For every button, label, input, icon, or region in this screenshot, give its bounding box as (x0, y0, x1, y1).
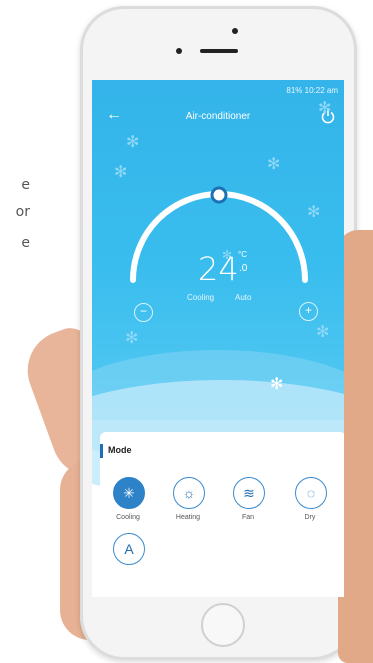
cooling-mode-button[interactable]: ✳ (113, 477, 145, 509)
dry-mode-button[interactable]: ◌ (295, 477, 327, 509)
side-text-line-1: e (21, 177, 30, 193)
snowflake-icon: ✻ (270, 376, 284, 393)
dial-handle[interactable] (210, 186, 228, 204)
snowflake-icon: ✻ (267, 156, 281, 173)
heating-mode-button[interactable]: ☼ (173, 477, 205, 509)
fan-speed-label: Auto (235, 293, 252, 302)
fan-icon: ≋ (243, 485, 255, 501)
snowflake-icon: ✳ (123, 485, 135, 501)
temperature-unit: °C (238, 250, 247, 259)
dry-mode-label: Dry (304, 514, 316, 521)
temperature-value: 24 (198, 250, 239, 288)
auto-mode-button[interactable]: A (113, 533, 145, 565)
side-text-line-3: e (21, 235, 30, 251)
front-camera (176, 48, 182, 54)
snowflake-icon: ✻ (318, 100, 332, 117)
snowflake-icon: ✻ (126, 134, 140, 151)
snowflake-icon: ✻ (316, 324, 330, 341)
camera-dot (232, 28, 238, 34)
sun-icon: ☼ (182, 485, 196, 501)
fan-mode-button[interactable]: ≋ (233, 477, 265, 509)
mode-title: Mode (108, 445, 132, 455)
earpiece-speaker (200, 49, 238, 53)
status-bar: 81% 10:22 am (286, 86, 338, 95)
droplet-icon: ◌ (306, 485, 316, 501)
page-title: Air-conditioner (185, 111, 251, 122)
phone-screen: 81% 10:22 am ← Air-conditioner ✻ ✻ ✻ ✻ ✻… (92, 80, 344, 597)
temperature-decimal: .0 (239, 263, 248, 274)
current-mode-label: Cooling (187, 293, 215, 302)
fan-mode-label: Fan (241, 514, 255, 521)
decrease-temp-button[interactable]: − (134, 303, 153, 322)
increase-temp-button[interactable]: + (299, 302, 318, 321)
auto-icon: A (124, 541, 134, 557)
home-button[interactable] (201, 603, 245, 647)
cooling-mode-label: Cooling (116, 514, 140, 521)
mode-accent-bar (100, 444, 103, 458)
snowflake-icon: ✻ (125, 330, 139, 347)
mode-panel: Mode ✳ Cooling ☼ Heating ≋ Fan ◌ Dry A (100, 432, 344, 597)
heating-mode-label: Heating (175, 514, 201, 521)
side-text-line-2: or (15, 204, 30, 220)
